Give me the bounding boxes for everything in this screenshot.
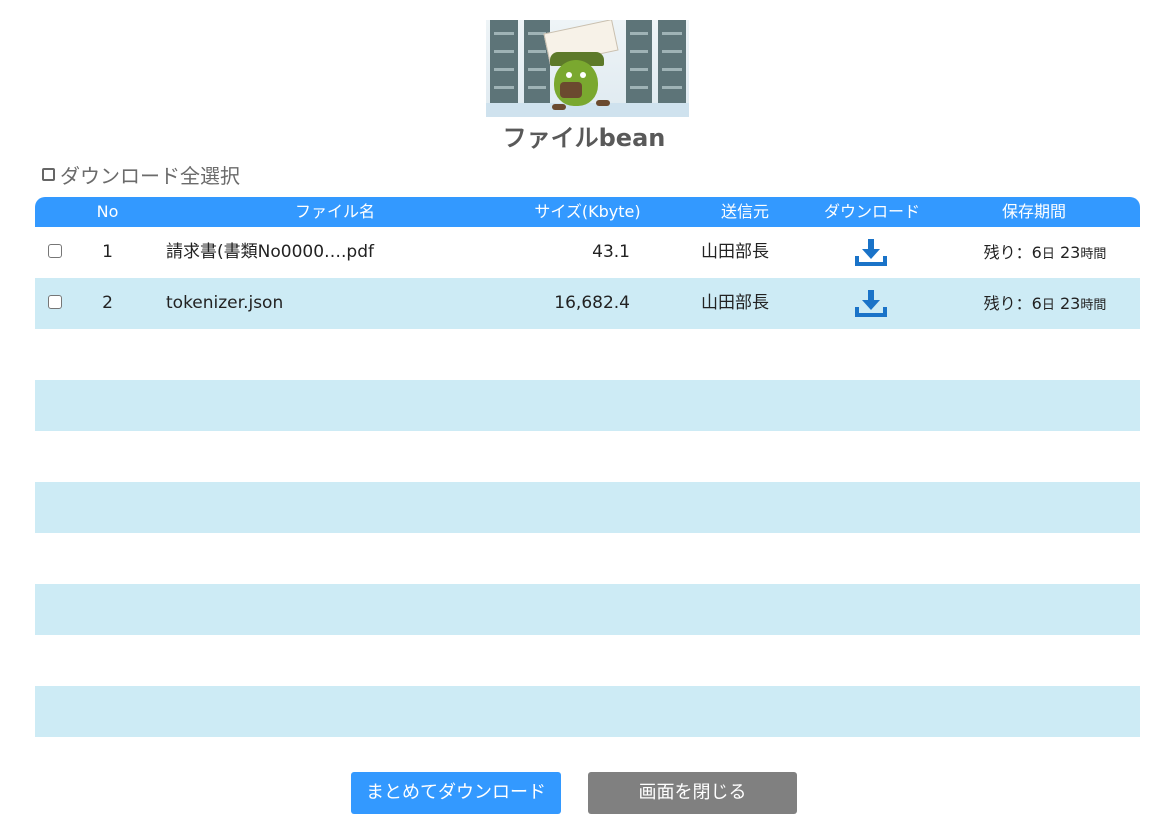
empty-row [35, 431, 1140, 482]
server-rack-graphic [490, 20, 518, 104]
download-icon[interactable] [853, 237, 889, 269]
retention-hours: 23 [1054, 294, 1081, 313]
checkbox-icon[interactable] [42, 168, 55, 181]
row-retention: 残り：6日 23時間 [965, 278, 1125, 329]
row-checkbox[interactable] [48, 244, 62, 258]
header-download: ダウンロード [823, 202, 920, 221]
mascot-eye-graphic [566, 72, 572, 78]
header-sender: 送信元 [720, 202, 769, 221]
empty-row [35, 482, 1140, 533]
retention-day-unit: 日 [1041, 298, 1055, 313]
close-screen-button[interactable]: 画面を閉じる [588, 772, 797, 814]
mascot-leg-graphic [596, 100, 610, 106]
header-filename: ファイル名 [294, 202, 375, 221]
empty-row [35, 584, 1140, 635]
retention-days: 残り：6 [983, 243, 1042, 262]
empty-row [35, 380, 1140, 431]
server-rack-graphic [626, 20, 652, 104]
select-all-checkbox[interactable]: ダウンロード全選択 [42, 160, 240, 189]
row-filename: tokenizer.json [166, 293, 284, 313]
download-icon[interactable] [853, 288, 889, 320]
row-retention: 残り：6日 23時間 [965, 227, 1125, 278]
table-row: 1 請求書(書類No0000….pdf 43.1 山田部長 残り：6日 23時間 [35, 227, 1140, 278]
row-sender: 山田部長 [701, 242, 769, 262]
header-retention: 保存期間 [1001, 202, 1066, 221]
row-no: 1 [102, 242, 113, 262]
retention-hours: 23 [1054, 243, 1081, 262]
server-rack-graphic [658, 20, 686, 104]
retention-hour-unit: 時間 [1080, 247, 1107, 262]
row-checkbox[interactable] [48, 295, 62, 309]
row-filename: 請求書(書類No0000….pdf [166, 242, 374, 262]
app-logo [486, 20, 689, 117]
app-title: ファイルbean [502, 124, 666, 152]
header-size: サイズ(Kbyte) [534, 202, 641, 221]
floor-graphic [486, 103, 689, 117]
row-size: 16,682.4 [554, 293, 630, 313]
table-header: No ファイル名 サイズ(Kbyte) 送信元 ダウンロード 保存期間 [35, 197, 1140, 227]
row-sender: 山田部長 [701, 293, 769, 313]
download-all-button[interactable]: まとめてダウンロード [351, 772, 561, 814]
empty-row [35, 635, 1140, 686]
select-all-label: ダウンロード全選択 [60, 164, 240, 188]
empty-row [35, 686, 1140, 737]
retention-day-unit: 日 [1041, 247, 1055, 262]
file-table: No ファイル名 サイズ(Kbyte) 送信元 ダウンロード 保存期間 1 請求… [35, 197, 1140, 737]
retention-hour-unit: 時間 [1080, 298, 1107, 313]
row-no: 2 [102, 293, 113, 313]
retention-days: 残り：6 [983, 294, 1042, 313]
mascot-bag-graphic [560, 82, 582, 98]
header-no: No [96, 202, 119, 221]
table-row: 2 tokenizer.json 16,682.4 山田部長 残り：6日 23時… [35, 278, 1140, 329]
mascot-eye-graphic [580, 72, 586, 78]
empty-row [35, 329, 1140, 380]
empty-row [35, 533, 1140, 584]
mascot-leg-graphic [552, 104, 566, 110]
row-size: 43.1 [592, 242, 630, 262]
